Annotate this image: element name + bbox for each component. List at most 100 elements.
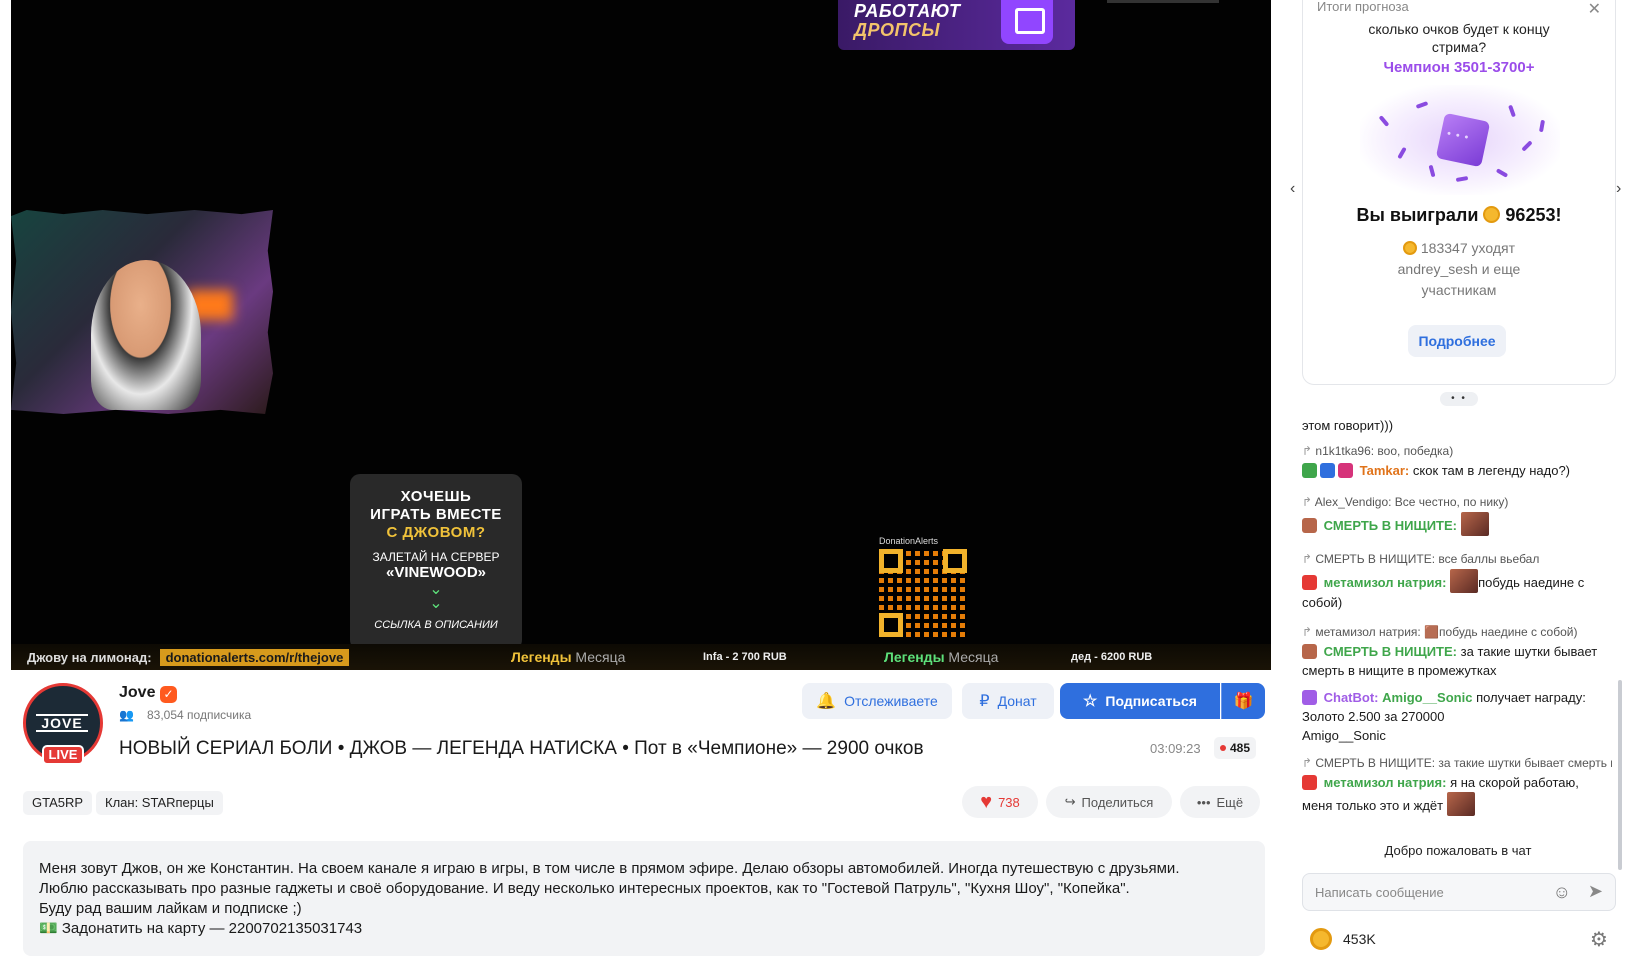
ticker-link: donationalerts.com/r/thejove xyxy=(159,648,350,666)
promo-link-hint: ССЫЛКА В ОПИСАНИИ xyxy=(374,619,498,631)
drops-line1: РАБОТАЮТ xyxy=(854,1,961,21)
avatar-logo: JOVE xyxy=(36,714,88,732)
stream-page: РАБОТАЮТ ДРОПСЫ ХОЧЕШЬ ИГРАТЬ ВМЕСТЕ С Д… xyxy=(0,0,1628,962)
prediction-details-button[interactable]: Подробнее xyxy=(1408,325,1506,357)
dice-icon xyxy=(1435,112,1491,168)
tag-category[interactable]: GTA5RP xyxy=(23,791,93,815)
channel-name[interactable]: Jove xyxy=(119,684,155,702)
chat-scrollbar[interactable] xyxy=(1618,680,1622,870)
prediction-info: 183347 уходят andrey_sesh и еще участник… xyxy=(1303,238,1615,301)
user-badge-icon xyxy=(1302,518,1317,533)
server-promo-card: ХОЧЕШЬ ИГРАТЬ ВМЕСТЕ С ДЖОВОМ? ЗАЛЕТАЙ Н… xyxy=(350,474,522,650)
message-text: скок там в легенду надо?) xyxy=(1412,463,1571,478)
user-badge-icon xyxy=(1302,775,1317,790)
subscribe-label: Подписаться xyxy=(1105,693,1197,709)
chat-message: ChatBot: Amigo__Sonic получает награду: … xyxy=(1302,688,1612,745)
chat-mention[interactable]: Amigo__Sonic xyxy=(1382,690,1472,705)
donation-qr-code xyxy=(879,549,967,637)
smiley-icon[interactable]: ☺ xyxy=(1553,882,1571,903)
emote-icon xyxy=(1450,569,1479,593)
drops-line2: ДРОПСЫ xyxy=(854,20,940,40)
viewer-count: 485 xyxy=(1214,737,1257,759)
gift-subscription-button[interactable]: 🎁 xyxy=(1221,683,1265,719)
info-line-3: участникам xyxy=(1421,282,1497,298)
ticker-label: Джову на лимонад: xyxy=(27,649,152,665)
chat-nickname[interactable]: СМЕРТЬ В НИЩИТЕ: xyxy=(1324,518,1457,533)
tag-clan[interactable]: Клан: STARперцы xyxy=(96,791,223,815)
reply-quote: метамизол натрия: 🟫побудь наедине с собо… xyxy=(1302,623,1612,642)
message-text-cont: Amigo__Sonic xyxy=(1302,728,1386,743)
subscribe-button[interactable]: ☆ Подписаться xyxy=(1060,683,1220,719)
send-icon[interactable]: ➤ xyxy=(1588,881,1603,902)
question-line-2: стрима? xyxy=(1431,39,1487,55)
prediction-winning-answer: Чемпион 3501-3700+ xyxy=(1383,59,1535,76)
follow-button[interactable]: 🔔 Отслеживаете xyxy=(802,683,952,719)
desc-line-2: Люблю рассказывать про разные гаджеты и … xyxy=(39,880,1130,897)
won-amount: 96253! xyxy=(1505,205,1562,225)
user-badge-icon xyxy=(1302,644,1317,659)
bell-icon: 🔔 xyxy=(816,693,837,710)
viewer-number: 485 xyxy=(1230,741,1251,755)
chat-welcome: Добро пожаловать в чат xyxy=(1384,843,1532,858)
heart-icon: ♥ xyxy=(980,790,993,813)
donate-button[interactable]: ₽ Донат xyxy=(962,683,1054,719)
promo-line4: ЗАЛЕТАЙ НА СЕРВЕР xyxy=(372,550,500,564)
chat-nickname[interactable]: метамизол натрия: xyxy=(1324,775,1447,790)
desc-line-3: Буду рад вашим лайкам и подписке ;) xyxy=(39,900,302,917)
prediction-question: сколько очков будет к концу стрима? xyxy=(1303,20,1615,56)
share-icon: ↪ xyxy=(1064,794,1076,809)
more-icon: ••• xyxy=(1196,794,1211,810)
stream-title: НОВЫЙ СЕРИАЛ БОЛИ • ДЖОВ — ЛЕГЕНДА НАТИС… xyxy=(119,738,924,759)
live-dot-icon xyxy=(1220,745,1226,751)
chat-nickname[interactable]: метамизол натрия: xyxy=(1324,575,1447,590)
subscriber-count: 83,054 подписчика xyxy=(147,708,252,722)
won-label: Вы выиграли xyxy=(1356,205,1479,225)
ticker-legends-2: Легенды Месяца xyxy=(884,649,999,665)
share-button[interactable]: ↪ Поделиться xyxy=(1046,786,1172,818)
coin-icon xyxy=(1483,206,1501,223)
promo-line3: С ДЖОВОМ? xyxy=(386,524,486,541)
chat-message: метамизол натрия: 🟫побудь наедине с собо… xyxy=(1302,623,1612,680)
like-count: 738 xyxy=(998,794,1020,810)
channel-points-balance: 453K xyxy=(1343,931,1376,947)
chevron-left-icon[interactable]: ‹ xyxy=(1290,180,1295,198)
user-badge-icon xyxy=(1302,575,1317,590)
promo-server: ЗАЛЕТАЙ НА СЕРВЕР «VINEWOOD» xyxy=(350,550,522,581)
share-label: Поделиться xyxy=(1081,794,1154,810)
message-text-cont: собой) xyxy=(1302,595,1343,610)
promo-heading: ХОЧЕШЬ ИГРАТЬ ВМЕСТЕ С ДЖОВОМ? xyxy=(350,488,522,542)
webcam-overlay xyxy=(11,210,273,414)
bot-icon xyxy=(1302,690,1317,705)
close-icon[interactable]: ✕ xyxy=(1588,0,1601,19)
desc-line-4: 💵 Задонатить на карту — 2200702135031743 xyxy=(39,920,363,937)
chat-nickname[interactable]: СМЕРТЬ В НИЩИТЕ: xyxy=(1324,644,1457,659)
chat-nickname[interactable]: ChatBot: xyxy=(1324,690,1379,705)
promo-line2: ИГРАТЬ ВМЕСТЕ xyxy=(370,506,502,523)
chat-nickname[interactable]: Tamkar: xyxy=(1360,463,1410,478)
ticker-legends-1: Легенды Месяца xyxy=(511,649,626,665)
info-line-2: andrey_sesh и еще xyxy=(1397,261,1521,277)
star-icon: ☆ xyxy=(1083,693,1098,710)
chat-message: Alex_Vendigo: Все честно, по нику) СМЕРТ… xyxy=(1302,493,1612,536)
more-button[interactable]: ••• Ещё xyxy=(1180,786,1260,818)
channel-points-icon[interactable] xyxy=(1310,928,1332,950)
video-player[interactable]: РАБОТАЮТ ДРОПСЫ ХОЧЕШЬ ИГРАТЬ ВМЕСТЕ С Д… xyxy=(11,0,1271,670)
instagram-badge-icon xyxy=(1338,463,1353,478)
chat-message-input[interactable] xyxy=(1315,874,1545,910)
chevron-down-icon: ⌄ ⌄ xyxy=(429,581,443,612)
donation-ticker: Джову на лимонад: donationalerts.com/r/t… xyxy=(11,644,1271,670)
chat-messages: этом говорит))) n1k1tka96: воо, победка)… xyxy=(1302,398,1618,853)
like-button[interactable]: ♥ 738 xyxy=(962,786,1038,818)
emote-icon xyxy=(1446,792,1475,816)
chat-message: этом говорит))) xyxy=(1302,416,1612,435)
gear-icon[interactable]: ⚙ xyxy=(1590,927,1608,952)
emote-icon xyxy=(1460,512,1489,536)
ruble-icon: ₽ xyxy=(979,693,990,710)
dice-illustration xyxy=(1360,85,1560,195)
streamer-figure xyxy=(91,260,201,410)
promo-server-name: «VINEWOOD» xyxy=(385,564,487,581)
promo-line1: ХОЧЕШЬ xyxy=(400,488,472,505)
chat-message: n1k1tka96: воо, победка) Tamkar: скок та… xyxy=(1302,442,1612,480)
gift-icon: 🎁 xyxy=(1233,693,1254,710)
chevron-right-icon[interactable]: › xyxy=(1616,180,1621,198)
